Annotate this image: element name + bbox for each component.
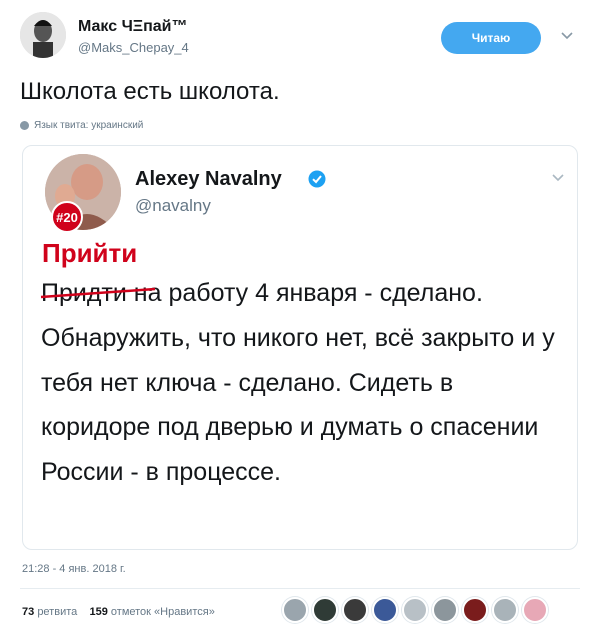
- avatar-pink[interactable]: [522, 597, 548, 623]
- quoted-chevron-icon[interactable]: [551, 170, 565, 186]
- tweet-text: Школота есть школота.: [20, 78, 280, 105]
- avatar-portrait-icon: [20, 12, 66, 58]
- chevron-down-icon[interactable]: [560, 28, 576, 44]
- avatar-gray2[interactable]: [432, 597, 458, 623]
- quoted-tweet-card[interactable]: #20 Alexey Navalny @navalny Прийти Придт…: [22, 145, 578, 550]
- avatar-gray[interactable]: [282, 597, 308, 623]
- tweet-stats: 73 ретвита 159 отметок «Нравится»: [22, 606, 215, 618]
- retweets-count[interactable]: 73: [22, 606, 34, 618]
- verified-icon: [308, 170, 326, 188]
- likes-count[interactable]: 159: [89, 606, 107, 618]
- author-handle[interactable]: @Maks_Chepay_4: [78, 40, 189, 55]
- struck-word: Придти: [40, 271, 156, 316]
- tweet-language-label: Язык твита: украинский: [34, 120, 144, 131]
- author-name[interactable]: Макс ЧΞпай™: [78, 18, 188, 36]
- avatar-silver[interactable]: [402, 597, 428, 623]
- quoted-author-name[interactable]: Alexey Navalny: [135, 168, 282, 191]
- campaign-badge: #20: [51, 201, 83, 233]
- handwritten-correction: Прийти: [42, 238, 138, 268]
- avatar-skull[interactable]: [342, 597, 368, 623]
- globe-icon: [20, 121, 29, 130]
- tweet-header: Макс ЧΞпай™ @Maks_Chepay_4 Читаю: [20, 10, 580, 62]
- quoted-author-handle[interactable]: @navalny: [135, 196, 211, 216]
- avatar-dark[interactable]: [312, 597, 338, 623]
- quoted-tweet-text: Придти на работу 4 января - сделано. Обн…: [40, 271, 561, 495]
- retweets-label[interactable]: ретвита: [37, 606, 77, 618]
- author-avatar[interactable]: [20, 12, 66, 58]
- struck-word-text: Придти: [41, 279, 127, 307]
- avatar-fish[interactable]: [372, 597, 398, 623]
- tweet-language-note: Язык твита: украинский: [20, 120, 143, 131]
- divider: [20, 588, 580, 589]
- avatar-light[interactable]: [492, 597, 518, 623]
- liker-avatars: [282, 597, 548, 625]
- avatar-red[interactable]: [462, 597, 488, 623]
- following-button[interactable]: Читаю: [441, 22, 541, 54]
- likes-label[interactable]: отметок «Нравится»: [111, 606, 215, 618]
- tweet-timestamp[interactable]: 21:28 - 4 янв. 2018 г.: [22, 563, 126, 575]
